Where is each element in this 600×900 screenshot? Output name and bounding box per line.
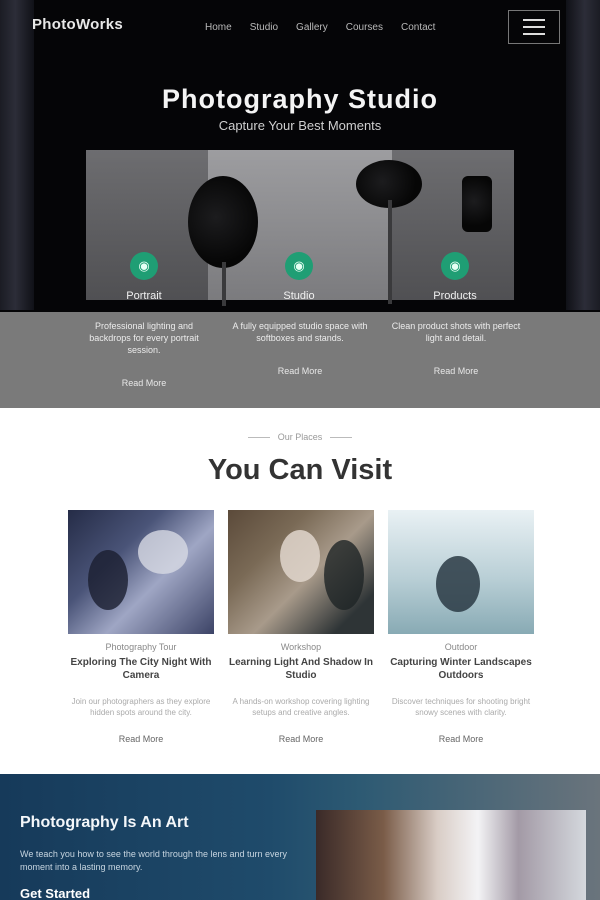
image-detail (324, 540, 364, 610)
section-title: You Can Visit (207, 454, 393, 486)
section-eyebrow: Our Places (0, 432, 600, 442)
feature-col-portrait: Professional lighting and backdrops for … (76, 320, 212, 388)
softbox-far-right (462, 176, 492, 232)
card-image[interactable] (68, 510, 214, 634)
visit-card[interactable]: Workshop Learning Light And Shadow In St… (228, 510, 374, 744)
banner-text: We teach you how to see the world throug… (20, 849, 287, 872)
card-title[interactable]: Exploring The City Night With Camera (68, 656, 214, 682)
image-detail (436, 556, 480, 612)
feature-desc: Clean product shots with perfect light a… (391, 321, 521, 343)
softbox-left (188, 176, 258, 268)
camera-icon: ◉ (130, 252, 158, 280)
card-image[interactable] (228, 510, 374, 634)
image-detail (280, 530, 320, 582)
card-image[interactable] (388, 510, 534, 634)
nav-item-home[interactable]: Home (205, 22, 232, 33)
hero-section: PhotoWorks Home Studio Gallery Courses C… (0, 0, 600, 408)
camera-icon: ◉ (441, 252, 469, 280)
light-stand-left (222, 262, 226, 306)
visit-card[interactable]: Photography Tour Exploring The City Nigh… (68, 510, 214, 744)
main-nav: Home Studio Gallery Courses Contact (205, 22, 435, 33)
feature-read-more[interactable]: Read More (232, 366, 368, 376)
camera-icon: ◉ (285, 252, 313, 280)
card-title[interactable]: Capturing Winter Landscapes Outdoors (388, 656, 534, 682)
feature-desc: A fully equipped studio space with softb… (232, 321, 368, 343)
card-meta: Workshop (280, 642, 322, 652)
card-read-more[interactable]: Read More (388, 734, 534, 744)
features-band: Professional lighting and backdrops for … (0, 312, 600, 408)
light-stand-right (388, 200, 392, 304)
card-title[interactable]: Learning Light And Shadow In Studio (228, 656, 374, 682)
curtain-left (0, 0, 34, 310)
hero-subtitle: Capture Your Best Moments (218, 118, 382, 133)
hamburger-icon[interactable] (508, 10, 560, 44)
card-excerpt: Join our photographers as they explore h… (71, 697, 211, 717)
feature-label-studio: Studio (283, 290, 315, 302)
curtain-right (566, 0, 600, 310)
card-excerpt: Discover techniques for shooting bright … (391, 697, 531, 717)
nav-item-courses[interactable]: Courses (346, 22, 383, 33)
banner-cta-button[interactable]: Get Started (20, 886, 90, 900)
card-excerpt: A hands-on workshop covering lighting se… (232, 697, 370, 717)
feature-col-studio: A fully equipped studio space with softb… (232, 320, 368, 376)
card-meta: Photography Tour (105, 642, 177, 652)
image-detail (88, 550, 128, 610)
banner-photo (316, 810, 586, 900)
site-logo[interactable]: PhotoWorks (32, 16, 123, 33)
feature-col-products: Clean product shots with perfect light a… (388, 320, 524, 376)
feature-desc: Professional lighting and backdrops for … (89, 321, 199, 355)
image-detail (138, 530, 188, 574)
card-read-more[interactable]: Read More (68, 734, 214, 744)
nav-item-studio[interactable]: Studio (250, 22, 278, 33)
feature-label-portrait: Portrait (126, 290, 162, 302)
promo-banner: Photography Is An Art We teach you how t… (0, 774, 600, 900)
feature-label-products: Products (433, 290, 477, 302)
nav-item-gallery[interactable]: Gallery (296, 22, 328, 33)
feature-read-more[interactable]: Read More (388, 366, 524, 376)
nav-item-contact[interactable]: Contact (401, 22, 435, 33)
hero-title: Photography Studio (162, 84, 438, 114)
feature-read-more[interactable]: Read More (76, 378, 212, 388)
banner-title: Photography Is An Art (20, 814, 189, 831)
visit-card[interactable]: Outdoor Capturing Winter Landscapes Outd… (388, 510, 534, 744)
card-meta: Outdoor (444, 642, 478, 652)
card-read-more[interactable]: Read More (228, 734, 374, 744)
